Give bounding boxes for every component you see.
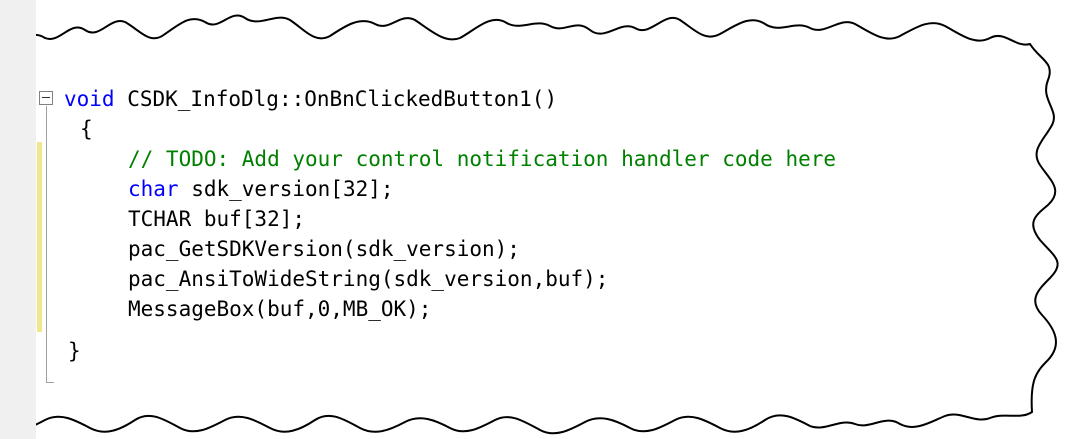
minus-box-icon[interactable] — [39, 91, 53, 105]
code-line-6[interactable]: pac_GetSDKVersion(sdk_version); — [128, 234, 520, 264]
code-line-8[interactable]: MessageBox(buf,0,MB_OK); — [128, 294, 431, 324]
code-line-4[interactable]: char sdk_version[32]; — [128, 174, 394, 204]
function-signature: CSDK_InfoDlg::OnBnClickedButton1() — [114, 87, 558, 111]
code-editor[interactable]: void CSDK_InfoDlg::OnBnClickedButton1() … — [36, 0, 1070, 439]
code-snippet-frame: void CSDK_InfoDlg::OnBnClickedButton1() … — [0, 0, 1070, 439]
get-sdk-version-call: pac_GetSDKVersion(sdk_version); — [128, 237, 520, 261]
code-line-5[interactable]: TCHAR buf[32]; — [128, 204, 305, 234]
keyword-void: void — [64, 87, 115, 111]
open-brace: { — [80, 117, 93, 141]
code-line-9[interactable]: } — [68, 336, 81, 366]
tchar-declaration: TCHAR buf[32]; — [128, 207, 306, 231]
code-line-1[interactable]: void CSDK_InfoDlg::OnBnClickedButton1() — [64, 84, 557, 114]
todo-comment: // TODO: Add your control notification h… — [128, 147, 837, 171]
code-line-3[interactable]: // TODO: Add your control notification h… — [128, 144, 836, 174]
editor-gutter — [0, 0, 36, 439]
keyword-char: char — [128, 177, 179, 201]
fold-guide-line — [46, 106, 47, 382]
code-line-7[interactable]: pac_AnsiToWideString(sdk_version,buf); — [128, 264, 608, 294]
fold-guide-end — [46, 382, 54, 383]
change-indicator-bar — [37, 142, 42, 332]
char-declaration: sdk_version[32]; — [178, 177, 394, 201]
messagebox-call: MessageBox(buf,0,MB_OK); — [128, 297, 432, 321]
ansi-to-wide-call: pac_AnsiToWideString(sdk_version,buf); — [128, 267, 609, 291]
close-brace: } — [68, 339, 81, 363]
code-line-2[interactable]: { — [80, 114, 93, 144]
